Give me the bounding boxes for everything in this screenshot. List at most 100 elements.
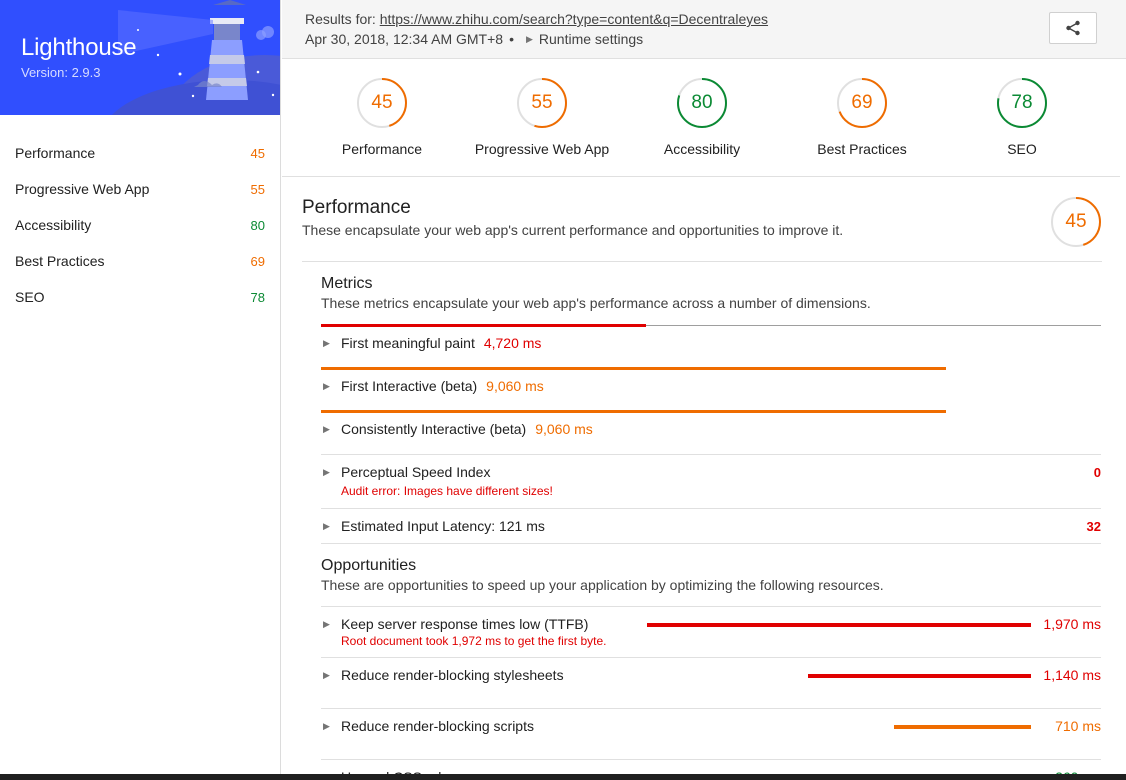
metric-value: 9,060 ms [535,421,593,437]
opportunity-row[interactable]: ▶ Reduce render-blocking stylesheets 1,1… [321,667,1101,687]
metric-row[interactable]: ▶ First Interactive (beta) 9,060 ms [321,378,1101,398]
gauge-score: 45 [371,92,393,113]
opportunity-detail: Root document took 1,972 ms to get the f… [341,634,607,648]
app-title: Lighthouse [21,34,137,61]
sidebar-item-performance[interactable]: Performance 45 [0,135,280,171]
sidebar-item-score: 78 [250,289,265,305]
share-button[interactable] [1049,12,1097,44]
gauge-ring: 78 [996,77,1048,129]
sidebar-item-score: 80 [250,217,265,233]
gauge-seo[interactable]: 78 SEO [942,59,1102,176]
results-prefix: Results for: [305,11,376,27]
gauge-ring: 55 [516,77,568,129]
audit-label: Perceptual Speed Index [341,464,491,480]
gauge-label: Performance [341,141,423,157]
category-nav: Performance 45 Progressive Web App 55 Ac… [0,115,280,315]
sidebar-item-score: 55 [250,181,265,197]
row-divider [321,606,1101,607]
sidebar-item-label: Best Practices [15,253,105,269]
metric-bar [321,324,646,327]
sidebar-item-seo[interactable]: SEO 78 [0,279,280,315]
sidebar-item-pwa[interactable]: Progressive Web App 55 [0,171,280,207]
expand-triangle-icon: ▶ [323,721,330,731]
expand-triangle-icon: ▶ [323,670,330,680]
expand-triangle-icon: ▶ [323,619,330,629]
category-title: Performance [302,197,411,218]
metric-bar [321,410,946,413]
opportunities-description: These are opportunities to speed up your… [321,577,884,593]
gauge-label: Accessibility [663,141,741,157]
opportunity-label: Reduce render-blocking scripts [341,718,534,734]
gauge-label: Best Practices [817,141,907,157]
expand-triangle-icon: ▶ [323,424,330,434]
gauge-score: 55 [531,92,553,113]
category-description: These encapsulate your web app's current… [302,222,844,238]
sidebar-item-label: Accessibility [15,217,92,233]
report-meta: Apr 30, 2018, 12:34 AM GMT+8 • ▶ Runtime… [305,31,643,47]
gauge-best-practices[interactable]: 69 Best Practices [782,59,942,176]
gauge-ring: 80 [676,77,728,129]
opportunity-bar [647,623,1031,627]
sidebar-item-label: Progressive Web App [15,181,150,197]
sidebar: Lighthouse Version: 2.9.3 Performance 45… [0,0,281,780]
row-divider [321,759,1101,760]
runtime-settings-toggle[interactable]: Runtime settings [539,31,643,47]
metric-bar [321,367,946,370]
audit-row-input-latency[interactable]: ▶ Estimated Input Latency: 121 ms 32 [321,518,1101,538]
opportunity-label: Keep server response times low (TTFB) [341,616,589,632]
audit-score: 32 [1086,519,1101,534]
gauge-pwa[interactable]: 55 Progressive Web App [462,59,622,176]
sidebar-item-score: 69 [250,253,265,269]
opportunity-row[interactable]: ▶ Reduce render-blocking scripts 710 ms [321,718,1101,738]
category-score-ring: 45 [1050,196,1102,248]
opportunity-value: 1,140 ms [1043,667,1101,683]
opportunity-value: 1,970 ms [1043,616,1101,632]
gauge-label: SEO [1007,141,1037,157]
opportunity-label: Reduce render-blocking stylesheets [341,667,564,683]
disclosure-triangle-icon[interactable]: ▶ [526,34,533,45]
lighthouse-illustration-icon [118,0,275,100]
metric-value: 9,060 ms [486,378,544,394]
gauge-accessibility[interactable]: 80 Accessibility [622,59,782,176]
opportunity-bar [808,674,1031,678]
metric-row[interactable]: ▶ Consistently Interactive (beta) 9,060 m… [321,421,1101,441]
meta-separator: • [509,31,514,47]
audit-score: 0 [1093,465,1101,480]
audit-label: Estimated Input Latency: 121 ms [341,518,545,534]
row-divider [321,508,1101,509]
results-url-line: Results for: https://www.zhihu.com/searc… [305,11,768,27]
opportunity-value: 710 ms [1055,718,1101,734]
row-divider [321,708,1101,709]
sidebar-item-label: SEO [15,289,45,305]
metric-bar-track [646,325,1101,326]
row-divider [321,543,1101,544]
metrics-title: Metrics [321,275,373,292]
expand-triangle-icon: ▶ [323,521,330,531]
sidebar-item-best-practices[interactable]: Best Practices 69 [0,243,280,279]
share-icon [1066,20,1080,36]
app-version: Version: 2.9.3 [21,65,101,80]
sidebar-item-accessibility[interactable]: Accessibility 80 [0,207,280,243]
audit-row-perceptual-speed[interactable]: ▶ Perceptual Speed Index Audit error: Im… [321,464,1101,504]
metrics-description: These metrics encapsulate your web app's… [321,295,871,311]
section-divider [302,261,1102,262]
gauge-ring: 69 [836,77,888,129]
expand-triangle-icon: ▶ [323,381,330,391]
opportunity-bar [894,725,1031,729]
gauge-score: 80 [691,92,713,113]
sidebar-item-score: 45 [250,145,265,161]
report-main: Performance These encapsulate your web a… [282,177,1120,780]
metric-label: First Interactive (beta) [341,378,478,394]
window-bottom-edge [0,774,1126,780]
opportunity-row[interactable]: ▶ Keep server response times low (TTFB) … [321,616,1101,652]
gauge-ring: 45 [356,77,408,129]
gauge-performance[interactable]: 45 Performance [302,59,462,176]
category-score: 45 [1065,211,1087,232]
report-topbar: Results for: https://www.zhihu.com/searc… [282,0,1126,59]
results-url-link[interactable]: https://www.zhihu.com/search?type=conten… [380,11,768,27]
gauge-score: 69 [851,92,873,113]
metric-row[interactable]: ▶ First meaningful paint 4,720 ms [321,335,1101,355]
expand-triangle-icon: ▶ [323,467,330,477]
metric-label: Consistently Interactive (beta) [341,421,527,437]
gauge-label: Progressive Web App [474,141,610,157]
